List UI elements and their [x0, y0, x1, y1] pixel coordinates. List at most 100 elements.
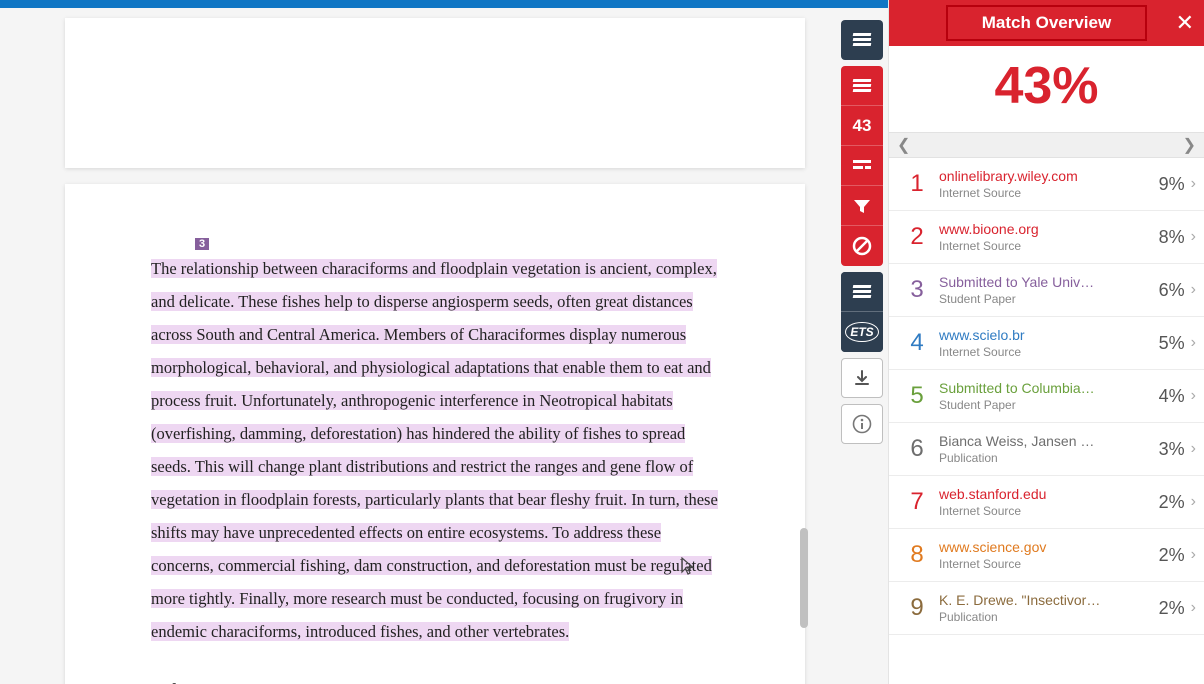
- source-type: Student Paper: [939, 398, 1159, 412]
- source-number: 3: [903, 276, 931, 304]
- no-entry-icon: [852, 236, 872, 256]
- sidebar-title: Match Overview: [946, 5, 1147, 41]
- source-title: Submitted to Columbia…: [939, 380, 1159, 396]
- source-title: Submitted to Yale Univ…: [939, 274, 1159, 290]
- source-number: 4: [903, 329, 931, 357]
- grading-layers-button[interactable]: [841, 272, 883, 312]
- source-item[interactable]: 4 www.scielo.br Internet Source5% ›: [889, 317, 1204, 370]
- source-title: Bianca Weiss, Jansen …: [939, 433, 1159, 449]
- source-title: K. E. Drewe. "Insectivor…: [939, 592, 1159, 608]
- source-number: 9: [903, 594, 931, 622]
- ets-icon: ETS: [845, 322, 878, 342]
- source-number: 5: [903, 382, 931, 410]
- similarity-layers-button[interactable]: [841, 66, 883, 106]
- source-item[interactable]: 1 onlinelibrary.wiley.com Internet Source9…: [889, 158, 1204, 211]
- source-percent: 2%: [1159, 598, 1185, 619]
- source-percent: 6%: [1159, 280, 1185, 301]
- bars-icon: [853, 158, 871, 174]
- source-number: 2: [903, 223, 931, 251]
- source-item[interactable]: 2 www.bioone.org Internet Source8% ›: [889, 211, 1204, 264]
- source-body: www.science.gov Internet Source: [931, 539, 1159, 571]
- source-number: 1: [903, 170, 931, 198]
- chevron-right-icon: ›: [1191, 281, 1196, 299]
- chevron-right-icon: ›: [1191, 175, 1196, 193]
- document-viewer: 3 The relationship between characiforms …: [0, 8, 888, 684]
- source-percent: 3%: [1159, 439, 1185, 460]
- source-percent: 5%: [1159, 333, 1185, 354]
- document-page: 3 The relationship between characiforms …: [65, 184, 805, 684]
- similarity-group: 43: [841, 66, 883, 266]
- source-body: Bianca Weiss, Jansen … Publication: [931, 433, 1159, 465]
- source-item[interactable]: 8www.science.govInternet Source2%›: [889, 529, 1204, 582]
- source-item[interactable]: 3 Submitted to Yale Univ… Student Paper6% ›: [889, 264, 1204, 317]
- scrollbar-thumb[interactable]: [800, 528, 808, 628]
- source-item[interactable]: 9 K. E. Drewe. "Insectivor… Publication2% ›: [889, 582, 1204, 635]
- download-icon: [853, 369, 871, 387]
- all-sources-button[interactable]: [841, 146, 883, 186]
- source-body: onlinelibrary.wiley.com Internet Source: [931, 168, 1159, 200]
- source-title: www.scielo.br: [939, 327, 1159, 343]
- overall-similarity-score: 43%: [889, 46, 1204, 132]
- similarity-score-badge[interactable]: 43: [841, 106, 883, 146]
- layers-icon: [853, 79, 871, 93]
- chevron-right-icon: ›: [1191, 334, 1196, 352]
- source-body: www.scielo.br Internet Source: [931, 327, 1159, 359]
- layers-button[interactable]: [841, 20, 883, 60]
- source-type: Internet Source: [939, 504, 1159, 518]
- source-title: onlinelibrary.wiley.com: [939, 168, 1159, 184]
- source-body: K. E. Drewe. "Insectivor… Publication: [931, 592, 1159, 624]
- source-list[interactable]: 1onlinelibrary.wiley.comInternet Source9…: [889, 158, 1204, 684]
- source-percent: 2%: [1159, 545, 1185, 566]
- source-body: Submitted to Columbia… Student Paper: [931, 380, 1159, 412]
- prev-source-button[interactable]: ❮: [897, 135, 910, 155]
- close-sidebar-button[interactable]: ✕: [1176, 10, 1194, 36]
- source-body: Submitted to Yale Univ… Student Paper: [931, 274, 1159, 306]
- source-item[interactable]: 6 Bianca Weiss, Jansen … Publication3% ›: [889, 423, 1204, 476]
- source-percent: 2%: [1159, 492, 1185, 513]
- source-type: Internet Source: [939, 186, 1159, 200]
- source-item[interactable]: 7 web.stanford.edu Internet Source2% ›: [889, 476, 1204, 529]
- source-number: 8: [903, 541, 931, 569]
- download-button[interactable]: [841, 358, 883, 398]
- layers-icon: [853, 33, 871, 47]
- source-type: Internet Source: [939, 239, 1159, 253]
- next-source-button[interactable]: ❯: [1183, 135, 1196, 155]
- chevron-right-icon: ›: [1191, 440, 1196, 458]
- document-page-prev: [65, 18, 805, 168]
- ets-button[interactable]: ETS: [841, 312, 883, 352]
- source-title: www.science.gov: [939, 539, 1159, 555]
- layers-icon: [853, 285, 871, 299]
- source-type: Publication: [939, 610, 1159, 624]
- source-type: Internet Source: [939, 557, 1159, 571]
- chevron-right-icon: ›: [1191, 387, 1196, 405]
- vertical-toolbar: 43 ETS: [841, 20, 883, 450]
- chevron-right-icon: ›: [1191, 599, 1196, 617]
- info-button[interactable]: [841, 404, 883, 444]
- source-item[interactable]: 5 Submitted to Columbia… Student Paper4% ›: [889, 370, 1204, 423]
- source-body: www.bioone.org Internet Source: [931, 221, 1159, 253]
- source-type: Publication: [939, 451, 1159, 465]
- source-nav: ❮ ❯: [889, 132, 1204, 158]
- funnel-icon: [853, 198, 871, 214]
- info-icon: [852, 414, 872, 434]
- source-number: 6: [903, 435, 931, 463]
- essay-body: The relationship between characiforms an…: [151, 252, 719, 648]
- source-number: 7: [903, 488, 931, 516]
- exclude-button[interactable]: [841, 226, 883, 266]
- grading-group: ETS: [841, 272, 883, 352]
- chevron-right-icon: ›: [1191, 228, 1196, 246]
- source-title: web.stanford.edu: [939, 486, 1159, 502]
- filter-button[interactable]: [841, 186, 883, 226]
- source-type: Student Paper: [939, 292, 1159, 306]
- source-percent: 8%: [1159, 227, 1185, 248]
- source-percent: 4%: [1159, 386, 1185, 407]
- source-type: Internet Source: [939, 345, 1159, 359]
- source-body: web.stanford.edu Internet Source: [931, 486, 1159, 518]
- chevron-right-icon: ›: [1191, 493, 1196, 511]
- sidebar-header: Match Overview ✕: [889, 0, 1204, 46]
- match-overview-sidebar: Match Overview ✕ 43% ❮ ❯ 1onlinelibrary.…: [888, 0, 1204, 684]
- highlighted-text[interactable]: The relationship between characiforms an…: [151, 259, 718, 641]
- source-percent: 9%: [1159, 174, 1185, 195]
- source-title: www.bioone.org: [939, 221, 1159, 237]
- match-source-tag[interactable]: 3: [195, 238, 209, 250]
